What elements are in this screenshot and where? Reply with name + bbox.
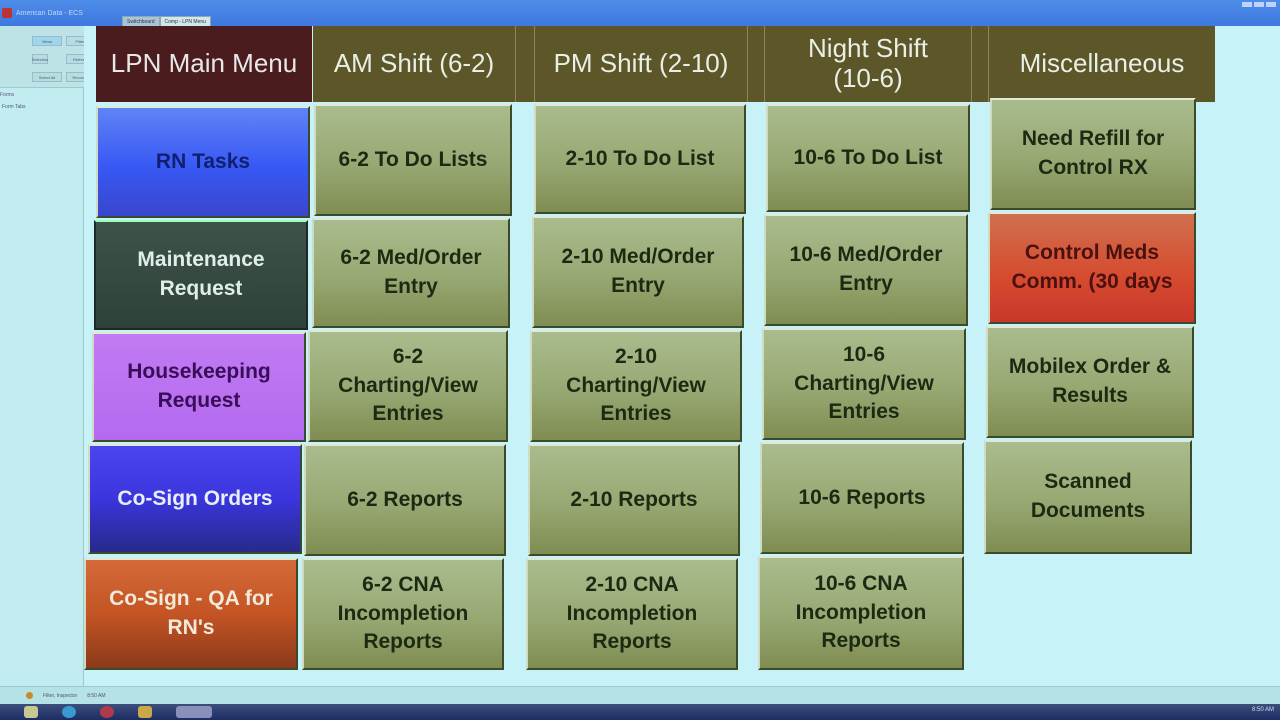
- night-reports-button[interactable]: 10-6 Reports: [760, 442, 964, 554]
- minimize-icon[interactable]: [1242, 2, 1252, 7]
- maintenance-request-button[interactable]: Maintenance Request: [94, 220, 308, 330]
- header-divider: [971, 26, 989, 102]
- taskbar-clock: 8:50 AM: [1251, 707, 1274, 713]
- mobilex-order-results-button[interactable]: Mobilex Order & Results: [986, 326, 1194, 438]
- window-titlebar: American Data - ECS Switchboard Comp - L…: [0, 0, 1280, 28]
- browser-icon[interactable]: [62, 706, 76, 718]
- status-time: 8:50 AM: [87, 692, 106, 699]
- co-sign-qa-rn-button[interactable]: Co-Sign - QA for RN's: [84, 558, 298, 670]
- maximize-icon[interactable]: [1254, 2, 1264, 7]
- control-meds-comm-button[interactable]: Control Meds Comm. (30 days: [988, 212, 1196, 324]
- app-icon-gold[interactable]: [138, 706, 152, 718]
- night-cna-incompletion-reports-button[interactable]: 10-6 CNA Incompletion Reports: [758, 556, 964, 670]
- co-sign-orders-button[interactable]: Co-Sign Orders: [88, 444, 302, 554]
- housekeeping-request-button[interactable]: Housekeeping Request: [92, 332, 306, 442]
- pm-to-do-list-button[interactable]: 2-10 To Do List: [534, 104, 746, 214]
- status-record: Filter, Inspector: [43, 692, 78, 699]
- header-divider: [747, 26, 765, 102]
- rn-tasks-button[interactable]: RN Tasks: [96, 106, 310, 218]
- am-reports-button[interactable]: 6-2 Reports: [304, 444, 506, 556]
- nav-header: Forms: [0, 92, 15, 98]
- am-cna-incompletion-reports-button[interactable]: 6-2 CNA Incompletion Reports: [302, 558, 504, 670]
- am-to-do-lists-button[interactable]: 6-2 To Do Lists: [314, 104, 512, 216]
- header-divider: [515, 26, 535, 102]
- nav-item-form[interactable]: Form Tabs: [2, 104, 26, 110]
- ribbon-button-selection[interactable]: Selection: [32, 54, 48, 64]
- app-icon: [2, 8, 12, 18]
- pm-cna-incompletion-reports-button[interactable]: 2-10 CNA Incompletion Reports: [526, 558, 738, 670]
- ribbon-button-select-all[interactable]: Select All: [32, 72, 62, 82]
- need-refill-control-rx-button[interactable]: Need Refill for Control RX: [990, 98, 1196, 210]
- taskbar: 8:50 AM: [0, 704, 1280, 720]
- night-to-do-list-button[interactable]: 10-6 To Do List: [766, 104, 970, 212]
- navigation-pane: Views Filter Selection Refresh Select Al…: [0, 26, 96, 686]
- night-charting-view-entries-button[interactable]: 10-6 Charting/View Entries: [762, 328, 966, 440]
- app-icon-red[interactable]: [100, 706, 114, 718]
- window-controls: [1242, 2, 1276, 7]
- header-am-shift: AM Shift (6-2): [313, 26, 515, 102]
- am-charting-view-entries-button[interactable]: 6-2 Charting/View Entries: [308, 330, 508, 442]
- ribbon: Views Filter Selection Refresh Select Al…: [0, 26, 96, 88]
- header-night-shift: Night Shift (10-6): [765, 26, 971, 102]
- pm-reports-button[interactable]: 2-10 Reports: [528, 444, 740, 556]
- close-icon[interactable]: [1266, 2, 1276, 7]
- header-miscellaneous: Miscellaneous: [989, 26, 1215, 102]
- status-bar: Filter, Inspector 8:50 AM: [0, 686, 1280, 704]
- am-med-order-entry-button[interactable]: 6-2 Med/Order Entry: [312, 218, 510, 328]
- pm-med-order-entry-button[interactable]: 2-10 Med/Order Entry: [532, 216, 744, 328]
- scanned-documents-button[interactable]: Scanned Documents: [984, 440, 1192, 554]
- file-explorer-icon[interactable]: [24, 706, 38, 718]
- ribbon-button-views[interactable]: Views: [32, 36, 62, 46]
- lpn-main-menu-form: LPN Main Menu AM Shift (6-2) PM Shift (2…: [84, 26, 1280, 686]
- header-lpn-main-menu: LPN Main Menu: [96, 26, 312, 102]
- status-icon: [26, 692, 33, 699]
- access-taskbar-icon[interactable]: [176, 706, 212, 718]
- header-pm-shift: PM Shift (2-10): [535, 26, 747, 102]
- window-title: American Data - ECS: [16, 9, 83, 17]
- pm-charting-view-entries-button[interactable]: 2-10 Charting/View Entries: [530, 330, 742, 442]
- night-med-order-entry-button[interactable]: 10-6 Med/Order Entry: [764, 214, 968, 326]
